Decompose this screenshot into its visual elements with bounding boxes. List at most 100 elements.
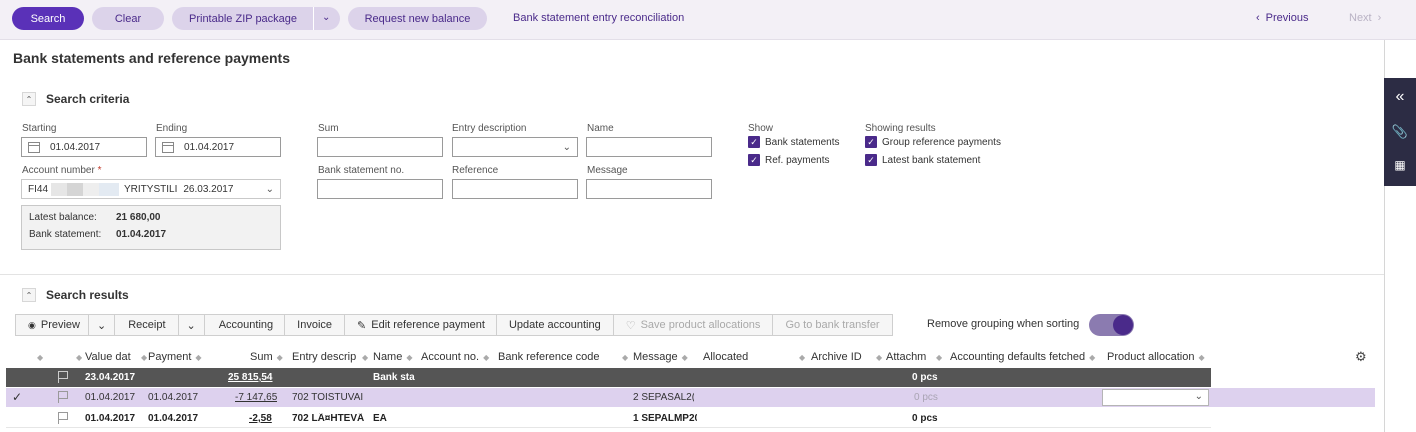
starting-label: Starting <box>22 123 57 134</box>
table-row[interactable]: 01.04.2017 01.04.2017 -2,58 702 LÃ¤HTEVÃ… <box>6 409 1211 428</box>
search-criteria-header[interactable]: ⌃ Search criteria <box>22 92 129 106</box>
group-sum[interactable]: 25 815,54 <box>228 372 273 383</box>
column-name[interactable]: Name ◆ <box>373 351 417 363</box>
sort-icon[interactable]: ◆ <box>932 351 942 363</box>
preview-dropdown-button[interactable]: ⌄ <box>87 314 116 336</box>
group-reference-payments-checkbox[interactable]: ✓ Group reference payments <box>865 136 1001 148</box>
sort-icon: ◆ <box>1198 353 1205 362</box>
bank-statements-checkbox[interactable]: ✓ Bank statements <box>748 136 839 148</box>
sort-icon[interactable]: ◆ <box>872 351 882 363</box>
go-to-bank-transfer-button[interactable]: Go to bank transfer <box>772 314 893 336</box>
column-archive-id[interactable]: Archive ID <box>811 351 881 363</box>
sum-label: Sum <box>318 123 339 134</box>
column-payment[interactable]: Payment ◆ <box>148 351 208 363</box>
column-accounting-defaults-fetched[interactable]: Accounting defaults fetched ◆ <box>950 351 1100 363</box>
bank-statement-no-input[interactable] <box>317 179 443 199</box>
save-product-allocations-button[interactable]: ♡ Save product allocations <box>612 314 774 336</box>
latest-bank-statement-checkbox[interactable]: ✓ Latest bank statement <box>865 154 980 166</box>
preview-button[interactable]: ◉ Preview <box>15 314 89 336</box>
column-entry-description[interactable]: Entry descrip <box>292 351 356 363</box>
search-results-title: Search results <box>46 288 129 302</box>
flag-icon[interactable] <box>58 391 68 403</box>
reference-input[interactable] <box>452 179 578 199</box>
column-product-allocation[interactable]: Product allocation ◆ <box>1107 351 1217 363</box>
sort-icon[interactable]: ◆ <box>358 351 368 363</box>
ending-date-field[interactable]: 01.04.2017 <box>155 137 281 157</box>
calendar-icon[interactable] <box>28 141 40 153</box>
edit-reference-payment-button[interactable]: ✎ Edit reference payment <box>344 314 497 336</box>
sort-icon[interactable]: ◆ <box>137 351 147 363</box>
chevron-down-icon[interactable]: ⌄ <box>266 184 274 195</box>
next-label: Next <box>1349 12 1372 24</box>
chevron-down-icon[interactable]: ⌄ <box>1195 391 1203 402</box>
checkmark-icon[interactable]: ✓ <box>865 154 877 166</box>
column-bank-reference-code[interactable]: Bank reference code <box>498 351 628 363</box>
save-product-allocations-label: Save product allocations <box>640 319 761 331</box>
invoice-button[interactable]: Invoice <box>284 314 346 336</box>
sort-icon[interactable]: ◆ <box>33 351 43 363</box>
toggle-knob[interactable] <box>1113 315 1133 335</box>
remove-grouping-toggle[interactable] <box>1089 314 1134 336</box>
eye-icon: ◉ <box>28 319 36 330</box>
column-message[interactable]: Message ◆ <box>633 351 698 363</box>
row-check-icon[interactable]: ✓ <box>12 390 22 404</box>
flag-icon[interactable] <box>58 371 68 383</box>
chevron-up-icon[interactable]: ⌃ <box>22 92 36 106</box>
printable-zip-label: Printable ZIP package <box>189 12 298 25</box>
flag-icon[interactable] <box>58 412 68 424</box>
receipt-button[interactable]: Receipt <box>114 314 179 336</box>
calendar-icon[interactable] <box>162 141 174 153</box>
sum-input[interactable] <box>317 137 443 157</box>
product-allocation-select[interactable]: ⌄ <box>1102 389 1209 406</box>
row-sum[interactable]: -2,58 <box>249 413 272 424</box>
search-button[interactable]: Search <box>12 7 84 30</box>
results-toolbar: ◉ Preview ⌄ Receipt ⌄ Accounting Invoice … <box>15 314 893 336</box>
column-attachments[interactable]: Attachm <box>886 351 931 363</box>
settings-gear-icon[interactable]: ⚙ <box>1355 349 1367 365</box>
column-attachments-label: Attachm <box>886 351 927 363</box>
column-allocated-label: Allocated <box>703 351 749 363</box>
sort-icon[interactable]: ◆ <box>72 351 82 363</box>
preview-label: Preview <box>40 319 80 331</box>
checkmark-icon[interactable]: ✓ <box>748 154 760 166</box>
group-name: Bank sta <box>373 372 415 383</box>
table-row[interactable]: ✓ 01.04.2017 01.04.2017 -7 147,65 702 TO… <box>6 388 1375 407</box>
previous-button[interactable]: ‹ Previous <box>1256 12 1308 24</box>
account-prefix: FI44 <box>28 183 49 195</box>
entry-description-select[interactable]: ⌄ <box>452 137 578 157</box>
checkmark-icon[interactable]: ✓ <box>748 136 760 148</box>
column-value-date[interactable]: Value dat <box>85 351 141 363</box>
calculator-icon[interactable]: ▦ <box>1384 158 1416 172</box>
required-marker: * <box>94 165 102 176</box>
sort-icon[interactable]: ◆ <box>795 351 805 363</box>
row-sum[interactable]: -7 147,65 <box>235 392 277 403</box>
column-sum[interactable]: Sum ◆ <box>250 351 290 363</box>
collapse-left-icon[interactable]: « <box>1384 88 1416 106</box>
reconciliation-link[interactable]: Bank statement entry reconciliation <box>513 12 684 24</box>
name-input[interactable] <box>586 137 712 157</box>
checkmark-icon[interactable]: ✓ <box>865 136 877 148</box>
message-input[interactable] <box>586 179 712 199</box>
clear-button[interactable]: Clear <box>92 7 164 30</box>
paperclip-icon[interactable]: 📎 <box>1384 124 1416 140</box>
starting-date-field[interactable]: 01.04.2017 <box>21 137 147 157</box>
column-allocated[interactable]: Allocated <box>703 351 793 363</box>
table-group-row[interactable]: 23.04.2017 25 815,54 Bank sta 0 pcs <box>6 368 1211 387</box>
search-results-header[interactable]: ⌃ Search results <box>22 288 129 302</box>
chevron-down-icon[interactable]: ⌄ <box>322 12 330 23</box>
next-button[interactable]: Next › <box>1349 12 1381 24</box>
column-account-no[interactable]: Account no. ◆ <box>421 351 493 363</box>
ref-payments-checkbox[interactable]: ✓ Ref. payments <box>748 154 829 166</box>
chevron-down-icon[interactable]: ⌄ <box>563 142 571 153</box>
message-label: Message <box>587 165 628 176</box>
printable-zip-button[interactable]: Printable ZIP package ⌄ <box>172 7 340 30</box>
sort-icon[interactable]: ◆ <box>618 351 628 363</box>
account-name: YRITYSTILI <box>124 183 178 195</box>
accounting-button[interactable]: Accounting <box>203 314 286 336</box>
sort-icon: ◆ <box>406 353 413 362</box>
receipt-dropdown-button[interactable]: ⌄ <box>177 314 205 336</box>
account-number-select[interactable]: FI44 YRITYSTILI 26.03.2017 ⌄ <box>21 179 281 199</box>
update-accounting-button[interactable]: Update accounting <box>495 314 614 336</box>
request-new-balance-button[interactable]: Request new balance <box>348 7 487 30</box>
chevron-up-icon[interactable]: ⌃ <box>22 288 36 302</box>
